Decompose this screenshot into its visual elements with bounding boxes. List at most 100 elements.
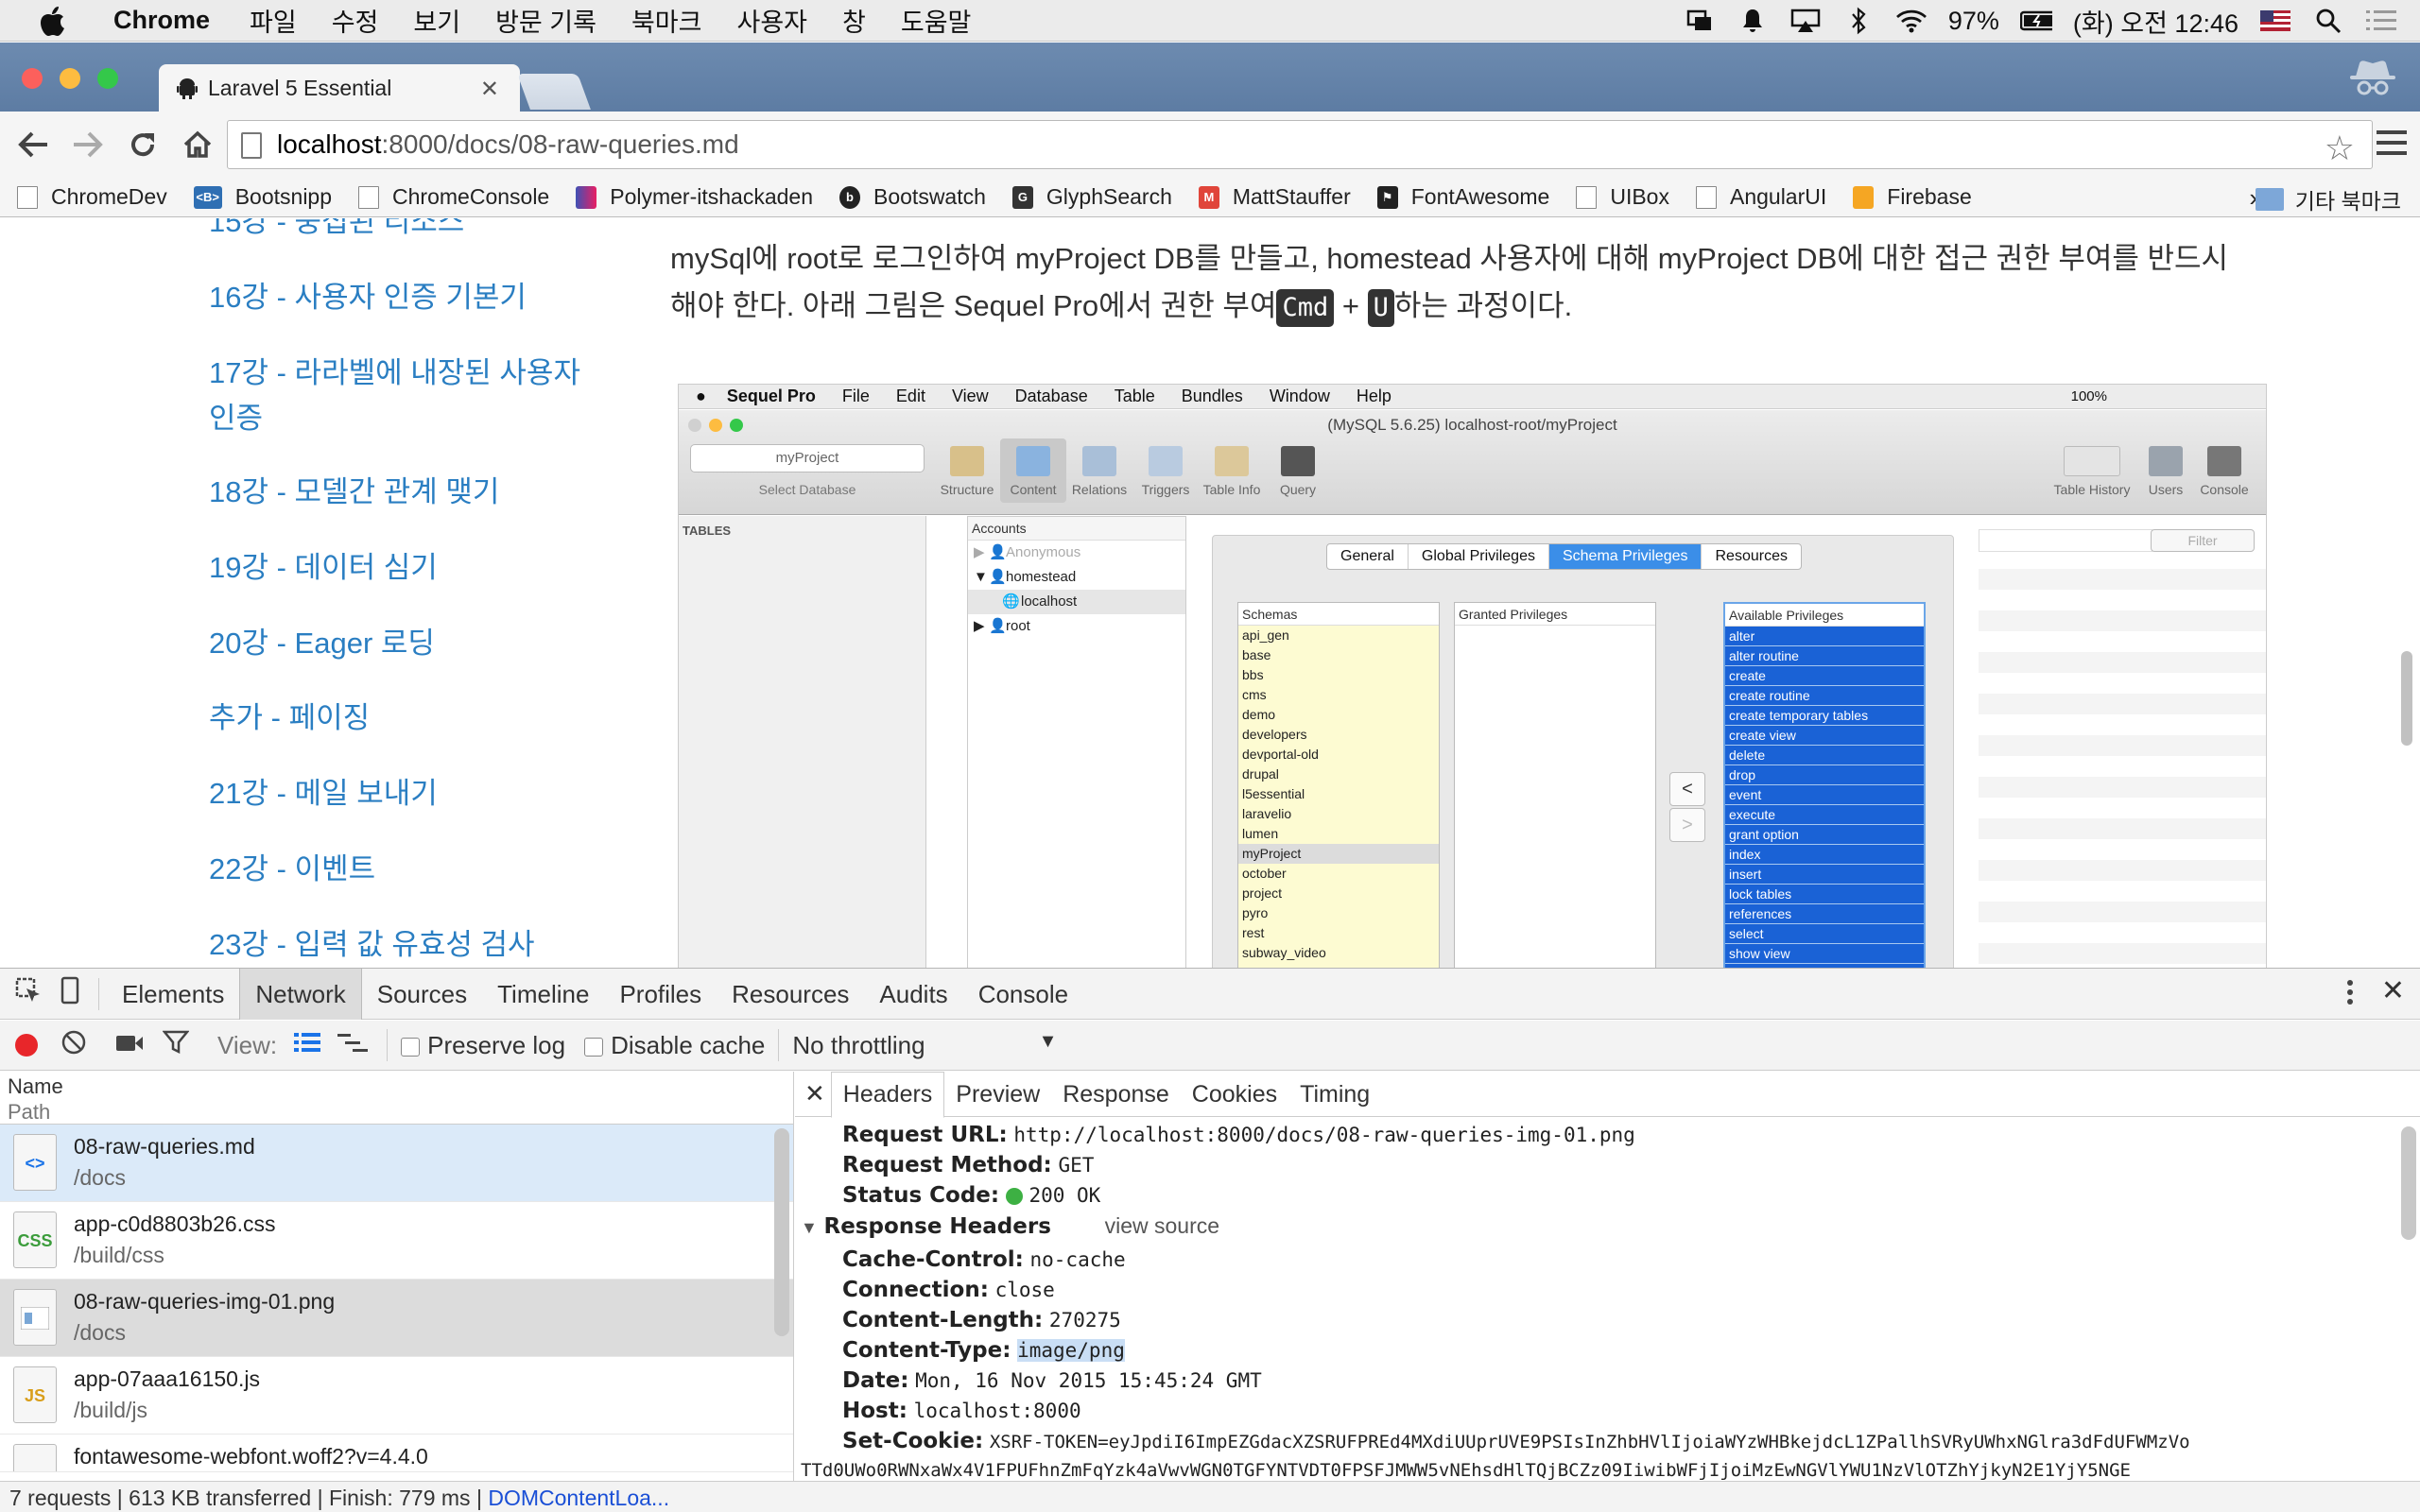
forward-button[interactable] <box>66 123 110 166</box>
window-close-button[interactable] <box>22 68 43 89</box>
menu-app-chrome[interactable]: Chrome <box>113 6 210 35</box>
devtools-close-icon[interactable]: ✕ <box>2381 974 2405 1007</box>
spotlight-search-icon[interactable] <box>2312 5 2344 37</box>
devtools-tab-console[interactable]: Console <box>963 969 1083 1020</box>
devtools-more-icon[interactable] <box>2346 978 2354 1013</box>
bookmark-angularui[interactable]: AngularUI <box>1695 184 1826 210</box>
nav-link-extra-paging[interactable]: 추가 - 페이징 <box>209 696 606 741</box>
us-flag-icon[interactable] <box>2259 5 2291 37</box>
request-list-scrollbar[interactable] <box>774 1128 789 1336</box>
bookmark-uibox[interactable]: UIBox <box>1576 184 1669 210</box>
other-bookmarks-folder[interactable]: 기타 북마크 <box>2255 183 2401 215</box>
tab-title: Laravel 5 Essential <box>208 76 392 100</box>
devtools-tab-audits[interactable]: Audits <box>864 969 962 1020</box>
detail-tab-headers[interactable]: Headers <box>830 1072 945 1118</box>
request-row[interactable]: <> 08-raw-queries.md /docs <box>0 1125 793 1202</box>
page-scrollbar-thumb[interactable] <box>2401 651 2412 746</box>
throttling-select[interactable]: No throttling ▼ <box>792 1031 1057 1060</box>
window-minimize-button[interactable] <box>60 68 80 89</box>
request-row[interactable]: CSS app-c0d8803b26.css /build/css <box>0 1202 793 1280</box>
bookmark-polymer[interactable]: Polymer-itshackaden <box>576 184 813 210</box>
nav-link-19[interactable]: 19강 - 데이터 심기 <box>209 545 606 591</box>
view-source-link[interactable]: view source <box>1105 1213 1219 1238</box>
request-row[interactable]: JS app-07aaa16150.js /build/js <box>0 1357 793 1435</box>
new-tab-button[interactable] <box>517 74 591 110</box>
detail-tab-preview[interactable]: Preview <box>944 1073 1051 1116</box>
menu-people[interactable]: 사용자 <box>736 2 807 39</box>
detail-tab-timing[interactable]: Timing <box>1288 1073 1381 1116</box>
notification-bell-icon[interactable] <box>1737 5 1769 37</box>
notification-center-icon[interactable] <box>2365 5 2397 37</box>
bookmark-bootswatch[interactable]: b Bootswatch <box>839 184 986 210</box>
detail-scrollbar[interactable] <box>2401 1126 2416 1240</box>
reload-button[interactable] <box>121 123 164 166</box>
devtools-tab-timeline[interactable]: Timeline <box>482 969 604 1020</box>
menu-window[interactable]: 창 <box>842 2 866 39</box>
back-button[interactable] <box>11 123 55 166</box>
waterfall-overview-icon[interactable] <box>337 1031 369 1060</box>
large-rows-icon[interactable] <box>294 1031 321 1060</box>
window-zoom-button[interactable] <box>97 68 118 89</box>
filter-icon[interactable] <box>162 1030 190 1061</box>
screenshot-camera-icon[interactable] <box>115 1031 144 1060</box>
page-info-icon[interactable] <box>241 132 262 159</box>
column-path[interactable]: Path <box>8 1099 793 1125</box>
user-profile-icon[interactable] <box>2346 56 2399 103</box>
nav-link-21[interactable]: 21강 - 메일 보내기 <box>209 771 606 816</box>
screen-mirror-icon[interactable] <box>1684 5 1716 37</box>
menu-history[interactable]: 방문 기록 <box>495 2 596 39</box>
menubar-clock[interactable]: (화) 오전 12:46 <box>2073 3 2238 40</box>
bluetooth-icon[interactable] <box>1842 5 1875 37</box>
wifi-icon[interactable] <box>1895 5 1927 37</box>
request-row[interactable]: fontawesome-webfont.woff2?v=4.4.0 <box>0 1435 793 1472</box>
clear-icon[interactable] <box>60 1029 87 1062</box>
address-bar[interactable]: localhost:8000/docs/08-raw-queries.md ☆ <box>227 120 2373 169</box>
record-button[interactable] <box>15 1034 38 1057</box>
devtools-tab-resources[interactable]: Resources <box>717 969 864 1020</box>
page-scrollbar[interactable] <box>2401 434 2414 963</box>
nav-link-15[interactable]: 15강 - 중첩된 리소스 <box>209 218 606 245</box>
tab-close-icon[interactable]: ✕ <box>480 76 499 103</box>
nav-link-20[interactable]: 20강 - Eager 로딩 <box>209 621 606 666</box>
response-headers-section[interactable]: ▼ Response Headers view source <box>801 1213 1219 1240</box>
nav-link-17[interactable]: 17강 - 라라벨에 내장된 사용자 인증 <box>209 351 606 441</box>
preserve-log-checkbox[interactable]: Preserve log <box>401 1031 565 1060</box>
nav-link-23[interactable]: 23강 - 입력 값 유효성 검사 <box>209 922 606 968</box>
menu-bookmarks[interactable]: 북마크 <box>631 2 702 39</box>
chrome-menu-icon[interactable] <box>2377 129 2407 157</box>
disable-cache-checkbox[interactable]: Disable cache <box>584 1031 765 1060</box>
bookmark-bootsnipp[interactable]: <B> Bootsnipp <box>193 184 333 210</box>
devtools-tab-network[interactable]: Network <box>239 968 362 1020</box>
menu-file[interactable]: 파일 <box>250 2 297 39</box>
column-name[interactable]: Name <box>8 1074 793 1099</box>
apple-menu-icon[interactable] <box>38 5 76 37</box>
devtools-tab-elements[interactable]: Elements <box>107 969 239 1020</box>
request-row[interactable]: 08-raw-queries-img-01.png /docs <box>0 1280 793 1357</box>
devtools-tab-profiles[interactable]: Profiles <box>604 969 717 1020</box>
menu-edit[interactable]: 수정 <box>332 2 379 39</box>
bookmark-label: Bootsnipp <box>234 184 333 209</box>
bookmark-fontawesome[interactable]: ⚑ FontAwesome <box>1376 184 1549 210</box>
bookmark-firebase[interactable]: Firebase <box>1853 184 1972 210</box>
nav-link-18[interactable]: 18강 - 모델간 관계 맺기 <box>209 470 606 515</box>
home-button[interactable] <box>176 123 219 166</box>
bookmark-star-icon[interactable]: ☆ <box>2325 129 2355 168</box>
inspect-element-icon[interactable] <box>15 977 42 1010</box>
device-mode-icon[interactable] <box>60 976 79 1011</box>
disclosure-triangle-icon[interactable]: ▼ <box>801 1218 818 1237</box>
bookmark-chromedev[interactable]: ChromeDev <box>17 184 167 210</box>
battery-icon[interactable] <box>2019 5 2052 37</box>
menu-view[interactable]: 보기 <box>413 2 460 39</box>
bookmark-chromeconsole[interactable]: ChromeConsole <box>358 184 549 210</box>
bookmark-mattstauffer[interactable]: M MattStauffer <box>1198 184 1351 210</box>
menu-help[interactable]: 도움말 <box>901 2 972 39</box>
detail-close-icon[interactable]: ✕ <box>804 1079 825 1108</box>
devtools-tab-sources[interactable]: Sources <box>362 969 482 1020</box>
bookmark-glyphsearch[interactable]: G GlyphSearch <box>1011 184 1172 210</box>
nav-link-22[interactable]: 22강 - 이벤트 <box>209 847 606 892</box>
tab-laravel-5-essential[interactable]: Laravel 5 Essential ✕ <box>159 64 520 112</box>
detail-tab-response[interactable]: Response <box>1051 1073 1181 1116</box>
nav-link-16[interactable]: 16강 - 사용자 인증 기본기 <box>209 275 606 320</box>
airplay-icon[interactable] <box>1789 5 1822 37</box>
detail-tab-cookies[interactable]: Cookies <box>1181 1073 1288 1116</box>
